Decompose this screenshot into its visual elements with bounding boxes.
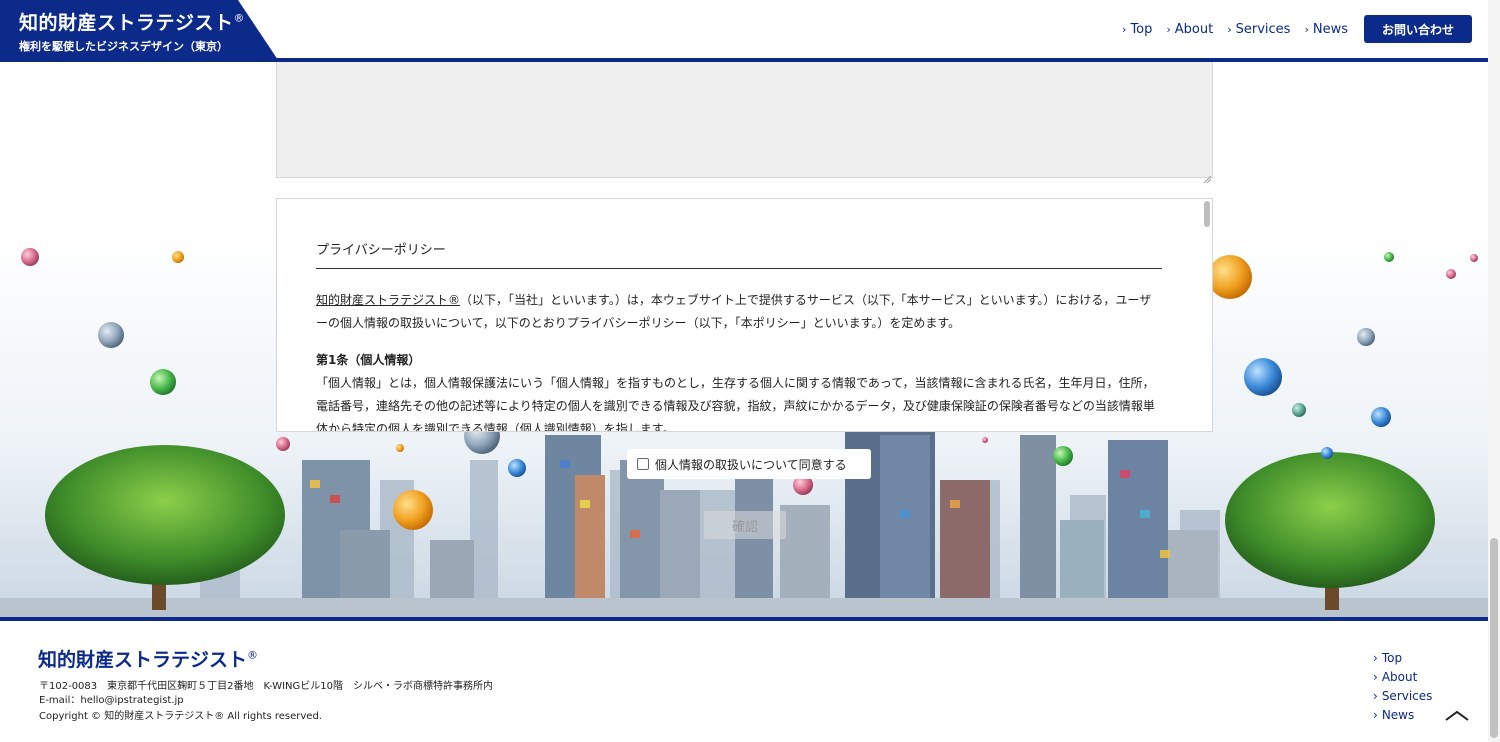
textarea-resize-grip[interactable] bbox=[1203, 168, 1212, 184]
site-header: 知的財産ストラテジスト® 権利を駆使したビジネスデザイン（東京） › Top › A… bbox=[0, 0, 1488, 62]
footer-copyright: Copyright © 知的財産ストラテジスト® All rights rese… bbox=[39, 711, 322, 722]
brand-logo[interactable]: 知的財産ストラテジスト® 権利を駆使したビジネスデザイン（東京） bbox=[0, 0, 278, 60]
policy-title: プライバシーポリシー bbox=[316, 239, 1162, 269]
chevron-up-icon bbox=[1445, 710, 1469, 721]
confirm-button[interactable]: 確認 bbox=[704, 511, 786, 539]
footer-nav-news[interactable]: › News bbox=[1373, 706, 1432, 725]
page-scrollbar[interactable] bbox=[1488, 0, 1500, 742]
policy-article1-heading: 第1条（個人情報） bbox=[316, 353, 421, 367]
agree-checkbox[interactable] bbox=[637, 458, 649, 470]
nav-item-about[interactable]: › About bbox=[1166, 22, 1213, 37]
chevron-right-icon: › bbox=[1227, 23, 1232, 36]
footer-brand-title: 知的財産ストラテジスト® bbox=[38, 648, 259, 671]
privacy-policy-box[interactable]: プライバシーポリシー 知的財産ストラテジスト®（以下，「当社」といいます。）は，… bbox=[276, 198, 1213, 432]
message-textarea[interactable] bbox=[276, 62, 1213, 178]
nav-item-news[interactable]: › News bbox=[1304, 22, 1348, 37]
chevron-right-icon: › bbox=[1373, 689, 1378, 703]
nav-item-top[interactable]: › Top bbox=[1122, 22, 1152, 37]
footer-address: 〒102-0083 東京都千代田区麹町５丁目2番地 K-WINGビル10階 シル… bbox=[39, 681, 494, 692]
site-footer: 知的財産ストラテジスト® 〒102-0083 東京都千代田区麹町５丁目2番地 K… bbox=[0, 617, 1488, 742]
footer-nav: › Top › About › Services › News bbox=[1373, 649, 1432, 725]
chevron-right-icon: › bbox=[1373, 651, 1378, 665]
brand-subtitle: 権利を駆使したビジネスデザイン（東京） bbox=[19, 40, 228, 53]
policy-scrollbar[interactable] bbox=[1204, 201, 1210, 227]
registered-mark: ® bbox=[233, 11, 246, 25]
chevron-right-icon: › bbox=[1373, 708, 1378, 722]
policy-article1-body: 「個人情報」とは，個人情報保護法にいう「個人情報」を指すものとし，生存する個人に… bbox=[316, 376, 1155, 432]
policy-company-link[interactable]: 知的財産ストラテジスト® bbox=[316, 293, 460, 307]
footer-nav-services[interactable]: › Services bbox=[1373, 687, 1432, 706]
policy-intro: 知的財産ストラテジスト®（以下，「当社」といいます。）は，本ウェブサイト上で提供… bbox=[316, 293, 1152, 330]
scroll-to-top-button[interactable] bbox=[1442, 707, 1472, 725]
resize-grip-icon bbox=[1203, 175, 1212, 184]
footer-registered-mark: ® bbox=[247, 648, 259, 662]
contact-button[interactable]: お問い合わせ bbox=[1364, 15, 1472, 43]
agree-label: 個人情報の取扱いについて同意する bbox=[655, 457, 847, 472]
agree-checkbox-row[interactable]: 個人情報の取扱いについて同意する bbox=[627, 449, 871, 479]
nav-item-services[interactable]: › Services bbox=[1227, 22, 1290, 37]
chevron-right-icon: › bbox=[1166, 23, 1171, 36]
chevron-right-icon: › bbox=[1122, 23, 1127, 36]
chevron-right-icon: › bbox=[1304, 23, 1309, 36]
footer-email: E-mail：hello@ipstrategist.jp bbox=[39, 695, 184, 706]
brand-title: 知的財産ストラテジスト® bbox=[19, 11, 246, 34]
footer-nav-about[interactable]: › About bbox=[1373, 668, 1432, 687]
footer-nav-top[interactable]: › Top bbox=[1373, 649, 1432, 668]
page-scrollbar-thumb[interactable] bbox=[1490, 538, 1498, 738]
main-nav: › Top › About › Services › News bbox=[1122, 22, 1348, 37]
chevron-right-icon: › bbox=[1373, 670, 1378, 684]
